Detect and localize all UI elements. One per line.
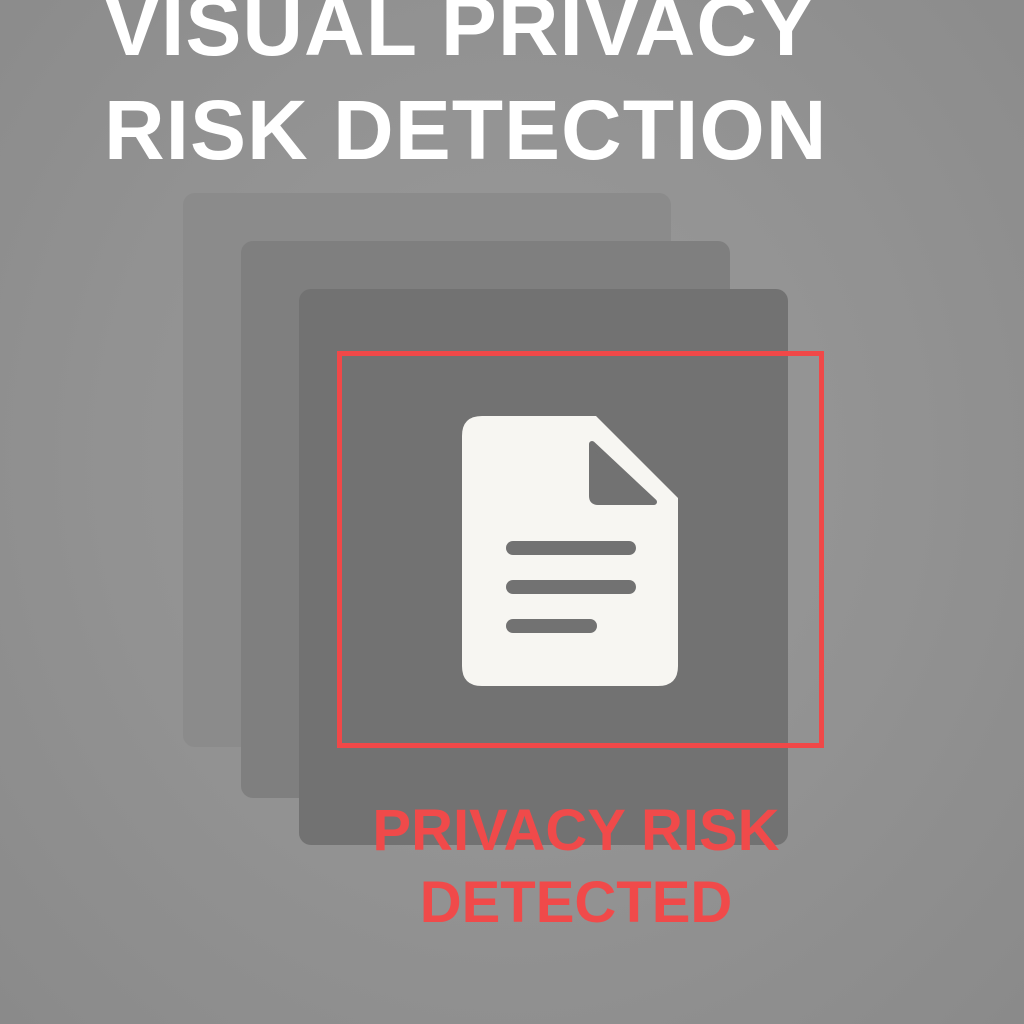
privacy-risk-alert-line-1: PRIVACY RISK [372,798,780,863]
page-title-line-2: RISK DETECTION [104,83,828,177]
page-title-line-1: VISUAL PRIVACY [104,0,816,73]
detection-bounding-box [337,351,824,748]
privacy-risk-alert: PRIVACY RISK DETECTED [340,795,812,939]
page-title: VISUAL PRIVACY RISK DETECTION [104,0,827,182]
privacy-risk-alert-line-2: DETECTED [419,870,733,935]
